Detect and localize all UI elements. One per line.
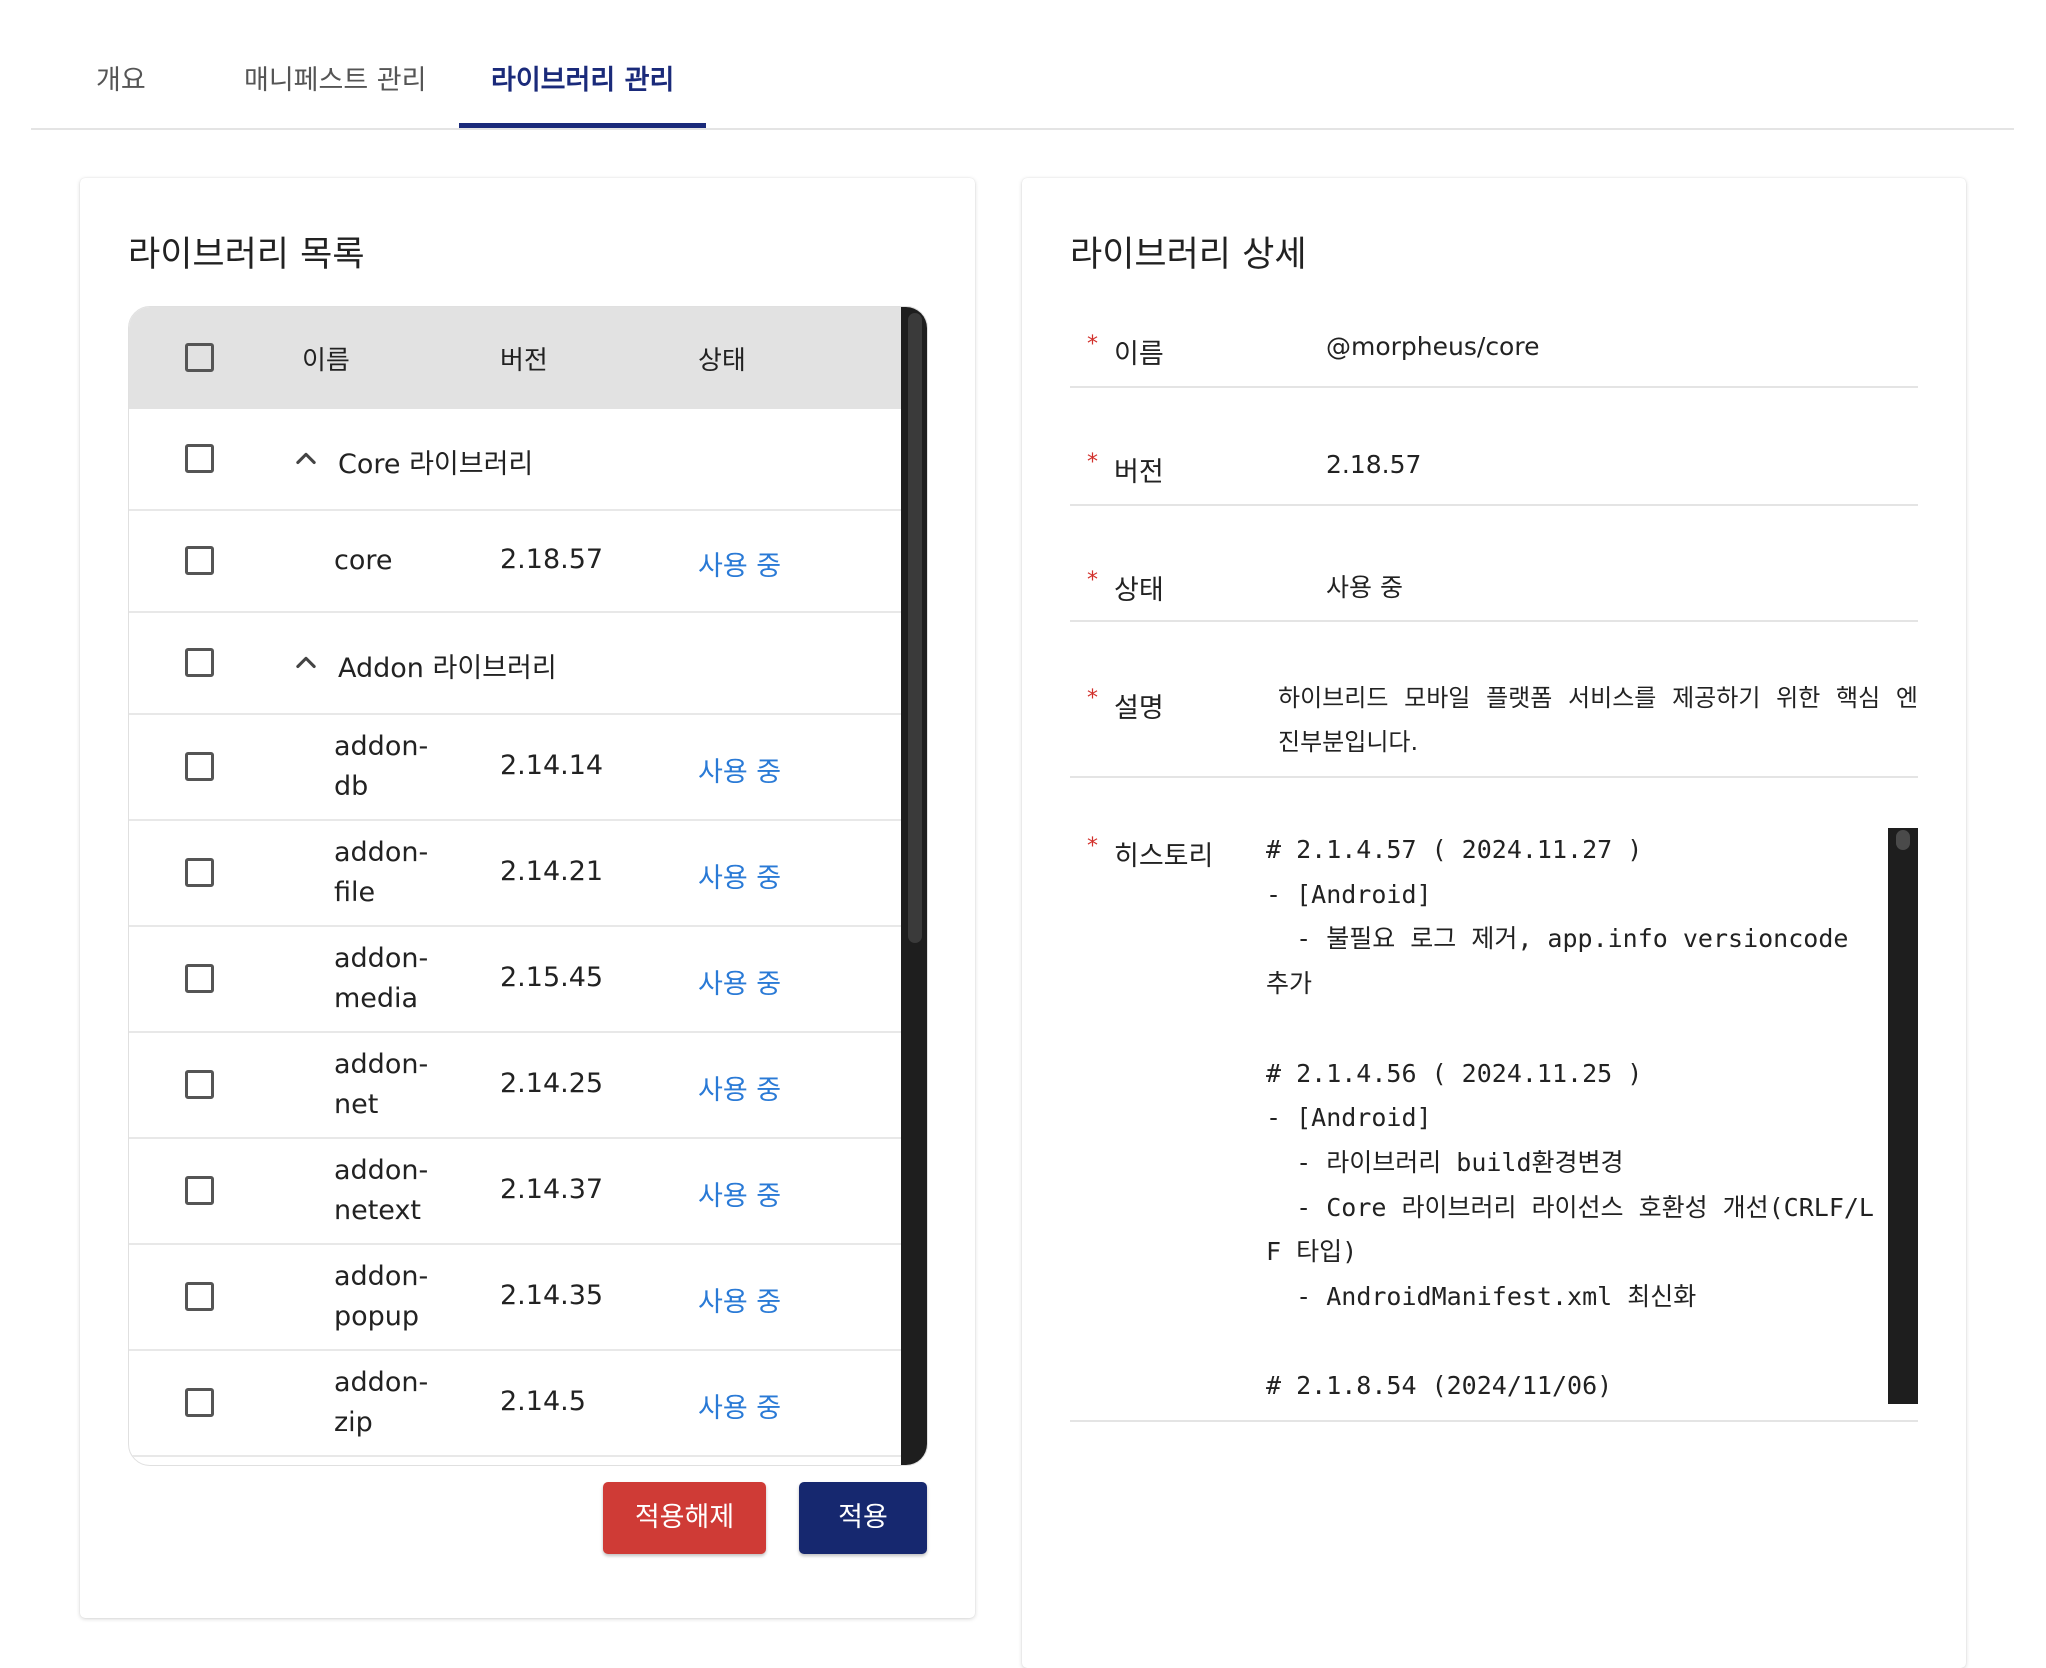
required-mark: * — [1087, 450, 1098, 475]
library-name: addon- file — [334, 837, 429, 908]
library-list-title: 라이브러리 목록 — [128, 235, 365, 275]
scrollbar-thumb[interactable] — [908, 313, 922, 943]
group-checkbox[interactable] — [185, 648, 214, 677]
table-row[interactable]: core 2.18.57 사용 중 — [129, 511, 901, 613]
required-mark: * — [1087, 834, 1098, 859]
library-version: 2.15.45 — [500, 962, 604, 993]
history-text: # 2.1.4.57 ( 2024.11.27 ) - [Android] - … — [1266, 835, 1874, 1401]
library-name: core — [334, 545, 393, 576]
library-status-link[interactable]: 사용 중 — [698, 1068, 781, 1107]
library-detail-card: 라이브러리 상세 * 이름 @morpheus/core * 버전 2.18.5… — [1022, 178, 1966, 1668]
field-value: 2.18.57 — [1326, 450, 1422, 479]
active-tab-indicator — [459, 123, 706, 128]
library-name: addon- zip — [334, 1367, 429, 1438]
library-version: 2.14.5 — [500, 1386, 586, 1417]
row-checkbox[interactable] — [185, 1388, 214, 1417]
select-all-checkbox[interactable] — [185, 343, 214, 372]
column-header-version[interactable]: 버전 — [500, 340, 548, 377]
required-mark: * — [1087, 568, 1098, 593]
library-version: 2.14.21 — [500, 856, 604, 887]
row-checkbox[interactable] — [185, 1176, 214, 1205]
detail-field-version: * 버전 2.18.57 — [1070, 388, 1918, 506]
table-row[interactable]: addon- zip 2.14.5 사용 중 — [129, 1351, 901, 1457]
history-textarea[interactable]: # 2.1.4.57 ( 2024.11.27 ) - [Android] - … — [1266, 828, 1918, 1404]
table-row[interactable]: addon- net 2.14.25 사용 중 — [129, 1033, 901, 1139]
scrollbar-thumb[interactable] — [1896, 830, 1910, 850]
field-label: 이름 — [1114, 339, 1164, 370]
description-text: 하이브리드 모바일 플랫폼 서비스를 제공하기 위한 핵심 엔진부분입니다. — [1278, 684, 1918, 756]
library-status-link[interactable]: 사용 중 — [698, 1386, 781, 1425]
tab-overview[interactable]: 개요 — [96, 58, 146, 97]
library-status-link[interactable]: 사용 중 — [698, 856, 781, 895]
library-version: 2.14.35 — [500, 1280, 604, 1311]
field-label: 버전 — [1114, 457, 1164, 488]
library-name: addon- db — [334, 731, 429, 802]
library-version: 2.14.25 — [500, 1068, 604, 1099]
table-scrollbar[interactable] — [901, 307, 927, 1465]
library-name: addon- media — [334, 943, 429, 1014]
field-label: 설명 — [1114, 693, 1164, 724]
row-checkbox[interactable] — [185, 752, 214, 781]
detail-field-name: * 이름 @morpheus/core — [1070, 308, 1918, 388]
library-version: 2.14.14 — [500, 750, 604, 781]
table-body: Core 라이브러리 core 2.18.57 사용 중 Addon 라이브러리… — [129, 409, 901, 1457]
table-row[interactable]: addon- popup 2.14.35 사용 중 — [129, 1245, 901, 1351]
tab-library-management[interactable]: 라이브러리 관리 — [491, 58, 674, 97]
library-status-link[interactable]: 사용 중 — [698, 1280, 781, 1319]
table-row[interactable]: addon- file 2.14.21 사용 중 — [129, 821, 901, 927]
column-header-name[interactable]: 이름 — [302, 340, 350, 377]
library-name: addon- popup — [334, 1261, 429, 1332]
detail-field-history: * 히스토리 # 2.1.4.57 ( 2024.11.27 ) - [Andr… — [1070, 778, 1918, 1422]
table-row[interactable]: addon- db 2.14.14 사용 중 — [129, 715, 901, 821]
tab-bar: 개요 매니페스트 관리 라이브러리 관리 — [31, 0, 2014, 130]
library-version: 2.14.37 — [500, 1174, 604, 1205]
field-label: 히스토리 — [1114, 841, 1214, 872]
unapply-button[interactable]: 적용해제 — [603, 1482, 766, 1554]
row-checkbox[interactable] — [185, 858, 214, 887]
field-label: 상태 — [1114, 575, 1164, 606]
library-table: 이름 버전 상태 Core 라이브러리 core 2.18.57 사용 중 Ad… — [128, 306, 928, 1466]
row-checkbox[interactable] — [185, 1070, 214, 1099]
row-checkbox[interactable] — [185, 964, 214, 993]
field-value: 사용 중 — [1326, 573, 1403, 602]
column-header-status[interactable]: 상태 — [698, 340, 746, 377]
required-mark: * — [1087, 332, 1098, 357]
table-header: 이름 버전 상태 — [129, 307, 901, 409]
library-detail-title: 라이브러리 상세 — [1070, 235, 1307, 275]
group-row-core[interactable]: Core 라이브러리 — [129, 409, 901, 511]
history-scrollbar[interactable] — [1888, 828, 1918, 1404]
group-label: Core 라이브러리 — [338, 449, 534, 480]
detail-field-description: * 설명 하이브리드 모바일 플랫폼 서비스를 제공하기 위한 핵심 엔진부분입… — [1070, 622, 1918, 778]
library-status-link[interactable]: 사용 중 — [698, 1174, 781, 1213]
chevron-up-icon[interactable] — [292, 445, 320, 473]
table-row[interactable]: addon- media 2.15.45 사용 중 — [129, 927, 901, 1033]
group-label: Addon 라이브러리 — [338, 653, 557, 684]
tab-manifest-management[interactable]: 매니페스트 관리 — [244, 58, 426, 97]
library-list-card: 라이브러리 목록 이름 버전 상태 Core 라이브러리 core 2.18.5… — [80, 178, 975, 1618]
group-checkbox[interactable] — [185, 444, 214, 473]
apply-button[interactable]: 적용 — [799, 1482, 927, 1554]
library-name: addon- netext — [334, 1155, 429, 1226]
field-value: @morpheus/core — [1326, 332, 1540, 361]
chevron-up-icon[interactable] — [292, 649, 320, 677]
detail-field-status: * 상태 사용 중 — [1070, 506, 1918, 622]
library-status-link[interactable]: 사용 중 — [698, 544, 781, 583]
library-name: addon- net — [334, 1049, 429, 1120]
required-mark: * — [1087, 686, 1098, 711]
library-version: 2.18.57 — [500, 544, 604, 575]
row-checkbox[interactable] — [185, 546, 214, 575]
library-status-link[interactable]: 사용 중 — [698, 962, 781, 1001]
row-checkbox[interactable] — [185, 1282, 214, 1311]
library-status-link[interactable]: 사용 중 — [698, 750, 781, 789]
group-row-addon[interactable]: Addon 라이브러리 — [129, 613, 901, 715]
table-row[interactable]: addon- netext 2.14.37 사용 중 — [129, 1139, 901, 1245]
